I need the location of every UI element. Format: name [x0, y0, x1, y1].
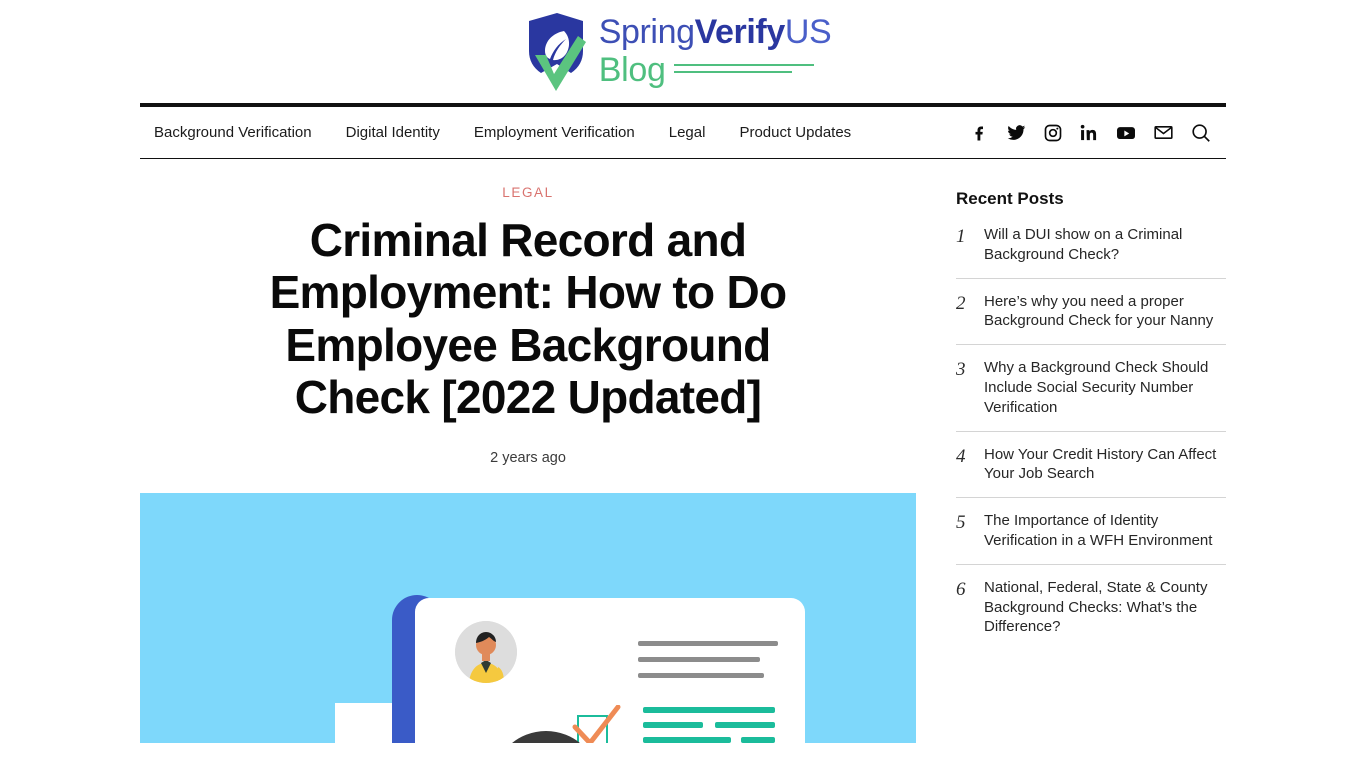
site-header: SpringVerifyUS Blog	[0, 0, 1366, 103]
recent-post-title[interactable]: Why a Background Check Should Include So…	[984, 358, 1226, 417]
recent-post-number: 4	[956, 445, 966, 467]
shield-leaf-check-icon	[523, 11, 589, 95]
list-item[interactable]: 2 Here’s why you need a proper Backgroun…	[956, 277, 1226, 345]
recent-post-title[interactable]: Here’s why you need a proper Background …	[984, 292, 1226, 332]
youtube-icon[interactable]	[1115, 122, 1137, 144]
illustration-gray-line	[638, 656, 760, 662]
email-icon[interactable]	[1153, 122, 1174, 143]
illustration-teal-line	[643, 706, 775, 713]
list-item[interactable]: 3 Why a Background Check Should Include …	[956, 344, 1226, 430]
illustration-gray-line	[638, 672, 764, 678]
recent-post-number: 1	[956, 226, 966, 247]
social-links	[970, 122, 1212, 144]
illustration-gray-line	[638, 640, 778, 646]
recent-post-number: 6	[956, 578, 966, 600]
illustration-avatar	[455, 620, 517, 683]
recent-post-number: 5	[956, 512, 966, 534]
recent-post-title[interactable]: National, Federal, State & County Backgr…	[984, 578, 1226, 637]
instagram-icon[interactable]	[1043, 123, 1063, 143]
recent-post-title[interactable]: Will a DUI show on a Criminal Background…	[984, 225, 1226, 265]
page-body: LEGAL Criminal Record and Employment: Ho…	[140, 159, 1226, 743]
page-title: Criminal Record and Employment: How to D…	[269, 214, 788, 424]
logo-word-verify: Verify	[694, 12, 786, 51]
logo-subtitle-row: Blog	[599, 53, 832, 87]
list-item[interactable]: 4 How Your Credit History Can Affect You…	[956, 430, 1226, 498]
twitter-icon[interactable]	[1006, 122, 1027, 143]
illustration-teal-line	[715, 721, 775, 728]
logo-rule-lines	[673, 64, 814, 75]
list-item[interactable]: 1 Will a DUI show on a Criminal Backgrou…	[956, 223, 1226, 278]
nav-item-background-verification[interactable]: Background Verification	[154, 124, 312, 141]
illustration-teal-line	[643, 721, 703, 728]
main-navigation: Background Verification Digital Identity…	[140, 103, 1226, 159]
recent-post-title[interactable]: How Your Credit History Can Affect Your …	[984, 445, 1226, 485]
sidebar-title: Recent Posts	[956, 189, 1064, 208]
article-column: LEGAL Criminal Record and Employment: Ho…	[140, 185, 916, 743]
logo-word-us: US	[784, 12, 832, 51]
recent-post-number: 3	[956, 359, 966, 381]
site-logo[interactable]: SpringVerifyUS Blog	[523, 9, 832, 95]
logo-wordmark: SpringVerifyUS Blog	[599, 9, 832, 87]
nav-item-legal[interactable]: Legal	[669, 124, 706, 141]
nav-links: Background Verification Digital Identity…	[154, 124, 851, 141]
list-item[interactable]: 6 National, Federal, State & County Back…	[956, 563, 1226, 650]
illustration-teal-line	[741, 736, 775, 743]
recent-post-title[interactable]: The Importance of Identity Verification …	[984, 511, 1226, 551]
list-item[interactable]: 5 The Importance of Identity Verificatio…	[956, 497, 1226, 564]
recent-posts-sidebar: Recent Posts 1 Will a DUI show on a Crim…	[956, 185, 1226, 743]
logo-subtitle: Blog	[598, 50, 666, 89]
nav-item-digital-identity[interactable]: Digital Identity	[346, 124, 440, 141]
nav-item-product-updates[interactable]: Product Updates	[739, 124, 851, 141]
featured-image	[140, 492, 916, 743]
illustration-teal-line	[643, 736, 731, 743]
logo-word-spring: Spring	[598, 12, 695, 51]
logo-title: SpringVerifyUS	[599, 15, 832, 49]
article-date: 2 years ago	[490, 449, 566, 466]
facebook-icon[interactable]	[970, 123, 990, 143]
linkedin-icon[interactable]	[1079, 123, 1099, 143]
search-icon[interactable]	[1190, 122, 1212, 144]
illustration-check-mark-icon	[572, 704, 621, 743]
recent-post-number: 2	[956, 292, 966, 314]
nav-item-employment-verification[interactable]: Employment Verification	[474, 124, 635, 141]
article-category[interactable]: LEGAL	[140, 185, 916, 200]
